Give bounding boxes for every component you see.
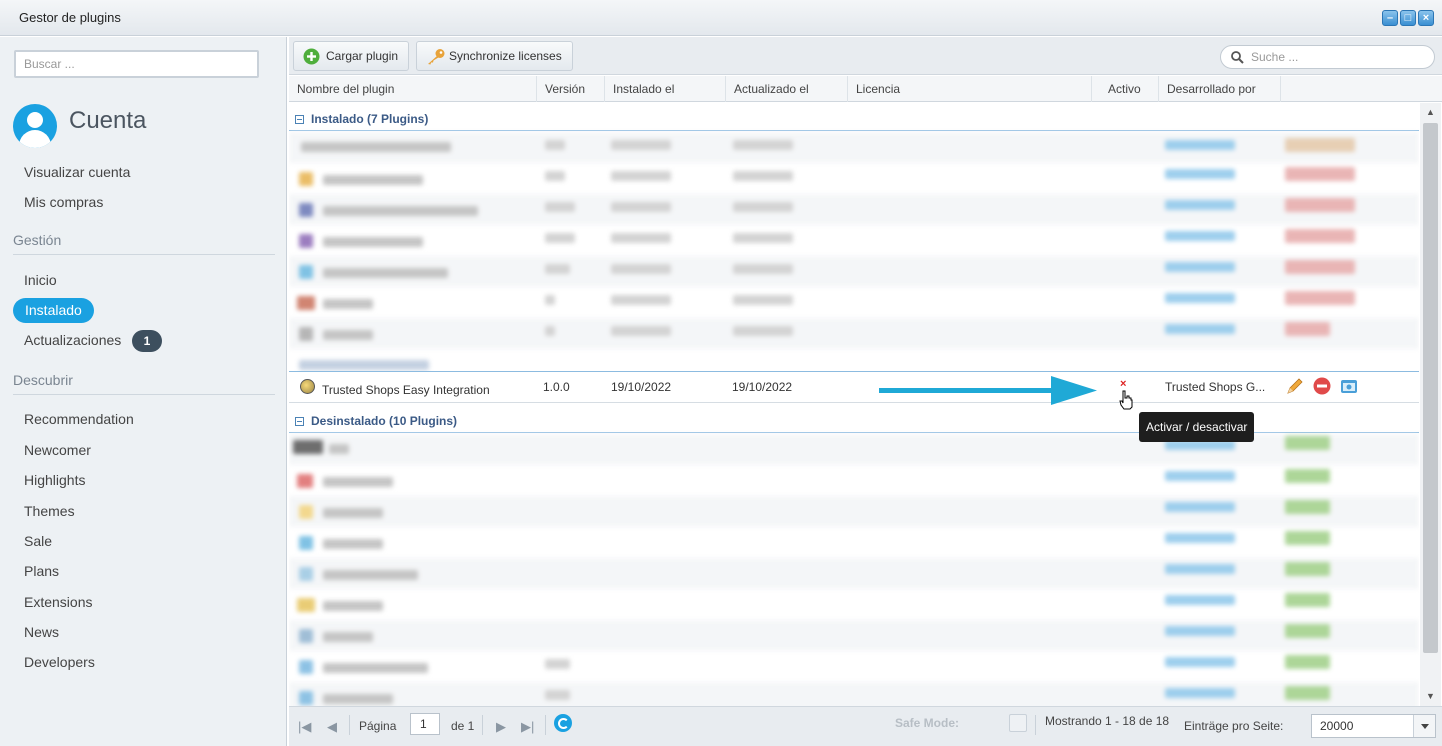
toggle-tooltip: Activar / desactivar [1139, 412, 1255, 442]
per-page-value: 20000 [1320, 719, 1354, 733]
collapse-icon[interactable] [295, 417, 304, 426]
key-icon [428, 49, 445, 65]
account-title: Cuenta [69, 107, 147, 134]
close-icon[interactable]: × [1418, 10, 1434, 26]
sidebar-item-highlights[interactable]: Highlights [24, 472, 85, 488]
collapse-icon[interactable] [295, 115, 304, 124]
column-header-version[interactable]: Versión [537, 76, 605, 102]
safe-mode-label: Safe Mode: [895, 716, 960, 730]
upload-plugin-button[interactable]: Cargar plugin [293, 41, 410, 71]
window-title: Gestor de plugins [19, 10, 121, 25]
add-icon [303, 48, 320, 65]
sidebar-item-developers[interactable]: Developers [24, 654, 95, 670]
scrollbar-thumb[interactable] [1423, 123, 1438, 653]
vertical-scrollbar[interactable]: ▲ ▼ [1420, 103, 1441, 706]
plugin-row-trusted-shops[interactable]: Trusted Shops Easy Integration 1.0.0 19/… [289, 371, 1419, 410]
sidebar-item-themes[interactable]: Themes [24, 503, 75, 519]
toggle-active-button[interactable]: × [1120, 378, 1126, 390]
plugin-updated-date: 19/10/2022 [732, 380, 793, 394]
search-icon [1231, 51, 1244, 64]
plugin-search-input[interactable] [1251, 49, 1421, 65]
chevron-down-icon[interactable] [1413, 715, 1435, 737]
sidebar-item-sale[interactable]: Sale [24, 533, 52, 549]
plugin-grid: Instalado (7 Plugins) Trusted Shops Easy… [289, 103, 1419, 706]
per-page-select[interactable]: 20000 [1311, 714, 1436, 738]
blurred-uninstalled-rows [289, 434, 1419, 706]
sidebar-item-recommendation[interactable]: Recommendation [24, 411, 134, 427]
synchronize-licenses-label: Synchronize licenses [449, 49, 562, 63]
sidebar-search-input[interactable] [14, 50, 259, 78]
column-header-actions [1281, 76, 1442, 102]
hand-cursor-icon [1119, 390, 1133, 410]
sidebar: Cuenta Visualizar cuenta Mis compras Ges… [0, 37, 287, 746]
sidebar-heading-discover: Descubrir [13, 372, 73, 388]
plugin-installed-date: 19/10/2022 [611, 380, 672, 394]
per-page-label: Einträge pro Seite: [1184, 719, 1284, 733]
divider [482, 715, 483, 735]
safe-mode-checkbox[interactable] [1009, 714, 1027, 732]
next-page-icon[interactable]: ▶ [496, 719, 506, 735]
sidebar-item-updates[interactable]: Actualizaciones [24, 332, 121, 348]
divider [349, 715, 350, 735]
plugin-manager-panel: Cargar plugin Synchronize licenses Nombr… [289, 37, 1442, 746]
divider [545, 715, 546, 735]
window-controls: – □ × [1382, 10, 1434, 26]
sidebar-item-extensions[interactable]: Extensions [24, 594, 92, 610]
arrow-annotation-icon [879, 376, 1097, 405]
page-label: Página [359, 719, 397, 733]
maximize-icon[interactable]: □ [1400, 10, 1416, 26]
column-header-active[interactable]: Activo [1092, 76, 1159, 102]
column-header-name[interactable]: Nombre del plugin [289, 76, 537, 102]
group-header-installed[interactable]: Instalado (7 Plugins) [289, 107, 1419, 131]
column-header-developer[interactable]: Desarrollado por [1159, 76, 1281, 102]
configure-icon[interactable] [1339, 376, 1359, 396]
scroll-up-icon[interactable]: ▲ [1426, 107, 1435, 117]
window-titlebar: Gestor de plugins – □ × [0, 0, 1442, 36]
sidebar-item-view-account[interactable]: Visualizar cuenta [24, 164, 130, 180]
synchronize-licenses-button[interactable]: Synchronize licenses [416, 41, 573, 71]
divider [13, 254, 275, 255]
pagination-bar: |◀ ◀ Página 1 de 1 ▶ ▶| Safe Mode: Mostr… [289, 706, 1442, 746]
plugin-developer-link[interactable]: Trusted Shops G... [1165, 380, 1265, 394]
page-number-input[interactable]: 1 [410, 713, 440, 735]
sidebar-item-plans[interactable]: Plans [24, 563, 59, 579]
divider [13, 394, 275, 395]
minimize-icon[interactable]: – [1382, 10, 1398, 26]
table-header: Nombre del plugin Versión Instalado el A… [289, 76, 1442, 102]
sidebar-item-newcomer[interactable]: Newcomer [24, 442, 91, 458]
blurred-installed-rows [289, 132, 1419, 370]
plugin-search-field[interactable] [1220, 45, 1435, 69]
plugin-version: 1.0.0 [543, 380, 570, 394]
updates-count-badge: 1 [132, 330, 162, 352]
first-page-icon[interactable]: |◀ [298, 719, 311, 735]
sidebar-item-installed[interactable]: Instalado [13, 298, 94, 323]
last-page-icon[interactable]: ▶| [521, 719, 534, 735]
sidebar-item-purchases[interactable]: Mis compras [24, 194, 103, 210]
scroll-down-icon[interactable]: ▼ [1426, 691, 1435, 701]
plugin-icon [300, 379, 315, 394]
column-header-license[interactable]: Licencia [848, 76, 1092, 102]
upload-plugin-label: Cargar plugin [326, 49, 399, 63]
uninstall-icon[interactable] [1312, 376, 1332, 396]
sidebar-item-home[interactable]: Inicio [24, 272, 57, 288]
sidebar-item-news[interactable]: News [24, 624, 59, 640]
column-header-updated-on[interactable]: Actualizado el [726, 76, 848, 102]
showing-count: Mostrando 1 - 18 de 18 [1045, 714, 1170, 728]
divider [1035, 715, 1036, 735]
toolbar: Cargar plugin Synchronize licenses [289, 37, 1442, 75]
group-label-uninstalled: Desinstalado (10 Plugins) [311, 414, 458, 428]
sidebar-heading-management: Gestión [13, 232, 62, 248]
previous-page-icon[interactable]: ◀ [327, 719, 337, 735]
group-label-installed: Instalado (7 Plugins) [311, 112, 429, 126]
edit-icon[interactable] [1285, 376, 1305, 396]
account-avatar-icon [13, 104, 57, 148]
refresh-icon[interactable] [554, 714, 572, 732]
page-count-label: de 1 [451, 719, 475, 733]
column-header-installed-on[interactable]: Instalado el [605, 76, 726, 102]
plugin-name: Trusted Shops Easy Integration [322, 383, 490, 397]
